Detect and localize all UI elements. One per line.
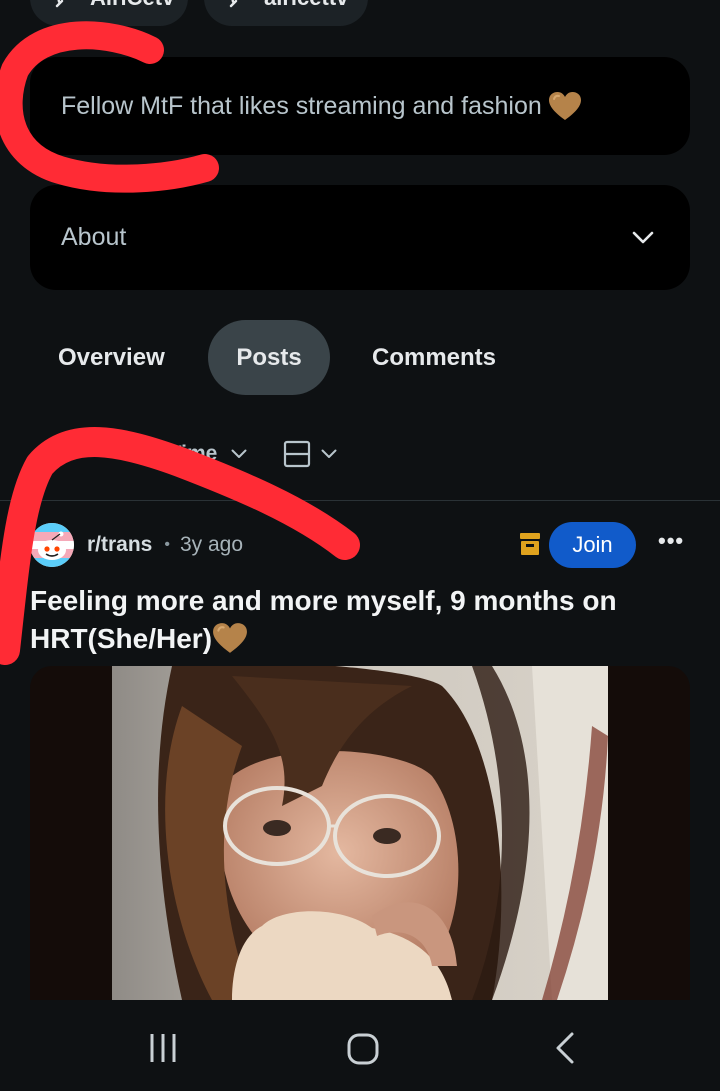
post-filters: All Time (136, 436, 337, 472)
chevron-down-icon (632, 231, 654, 243)
sort-dropdown[interactable]: All Time (136, 442, 217, 466)
subreddit-avatar[interactable] (30, 523, 74, 567)
chevron-down-icon[interactable] (231, 449, 247, 459)
tab-overview[interactable]: Overview (58, 320, 208, 395)
post-title[interactable]: Feeling more and more myself, 9 months o… (30, 582, 690, 658)
card-layout-icon[interactable] (283, 440, 311, 468)
brown-heart-icon (213, 623, 247, 653)
post-title-text: Feeling more and more myself, 9 months o… (30, 585, 617, 654)
recent-apps-icon[interactable] (148, 1030, 178, 1066)
brown-heart-icon (548, 92, 581, 120)
post-age: 3y ago (179, 533, 244, 556)
social-link-chip-1[interactable]: AiriCetv (30, 0, 188, 26)
system-nav-bar (0, 1000, 720, 1091)
subreddit-name[interactable]: r/trans (87, 533, 152, 557)
post-header: r/trans • 3y ago Join ••• (30, 522, 690, 568)
about-accordion[interactable]: About (30, 185, 690, 290)
post-media[interactable] (30, 666, 690, 1000)
social-link-label-2: airicettv (264, 0, 348, 11)
tab-posts[interactable]: Posts (208, 320, 330, 395)
home-icon[interactable] (346, 1030, 380, 1066)
tab-comments[interactable]: Comments (372, 320, 532, 395)
bio-text: Fellow MtF that likes streaming and fash… (61, 91, 542, 120)
social-link-chip-2[interactable]: airicettv (204, 0, 368, 26)
more-options-button[interactable]: ••• (658, 528, 684, 554)
trans-flag-snoo-icon (30, 523, 74, 567)
chevron-down-icon[interactable] (321, 449, 337, 459)
link-icon (55, 0, 64, 8)
divider (0, 500, 720, 501)
profile-bio: Fellow MtF that likes streaming and fash… (30, 57, 690, 155)
separator-dot: • (164, 536, 170, 553)
post-photo (112, 666, 608, 1000)
link-icon (229, 0, 238, 8)
social-link-label-1: AiriCetv (90, 0, 174, 11)
archive-icon (520, 533, 540, 555)
back-icon[interactable] (552, 1030, 578, 1066)
join-button[interactable]: Join (549, 522, 636, 568)
about-label: About (61, 223, 127, 251)
